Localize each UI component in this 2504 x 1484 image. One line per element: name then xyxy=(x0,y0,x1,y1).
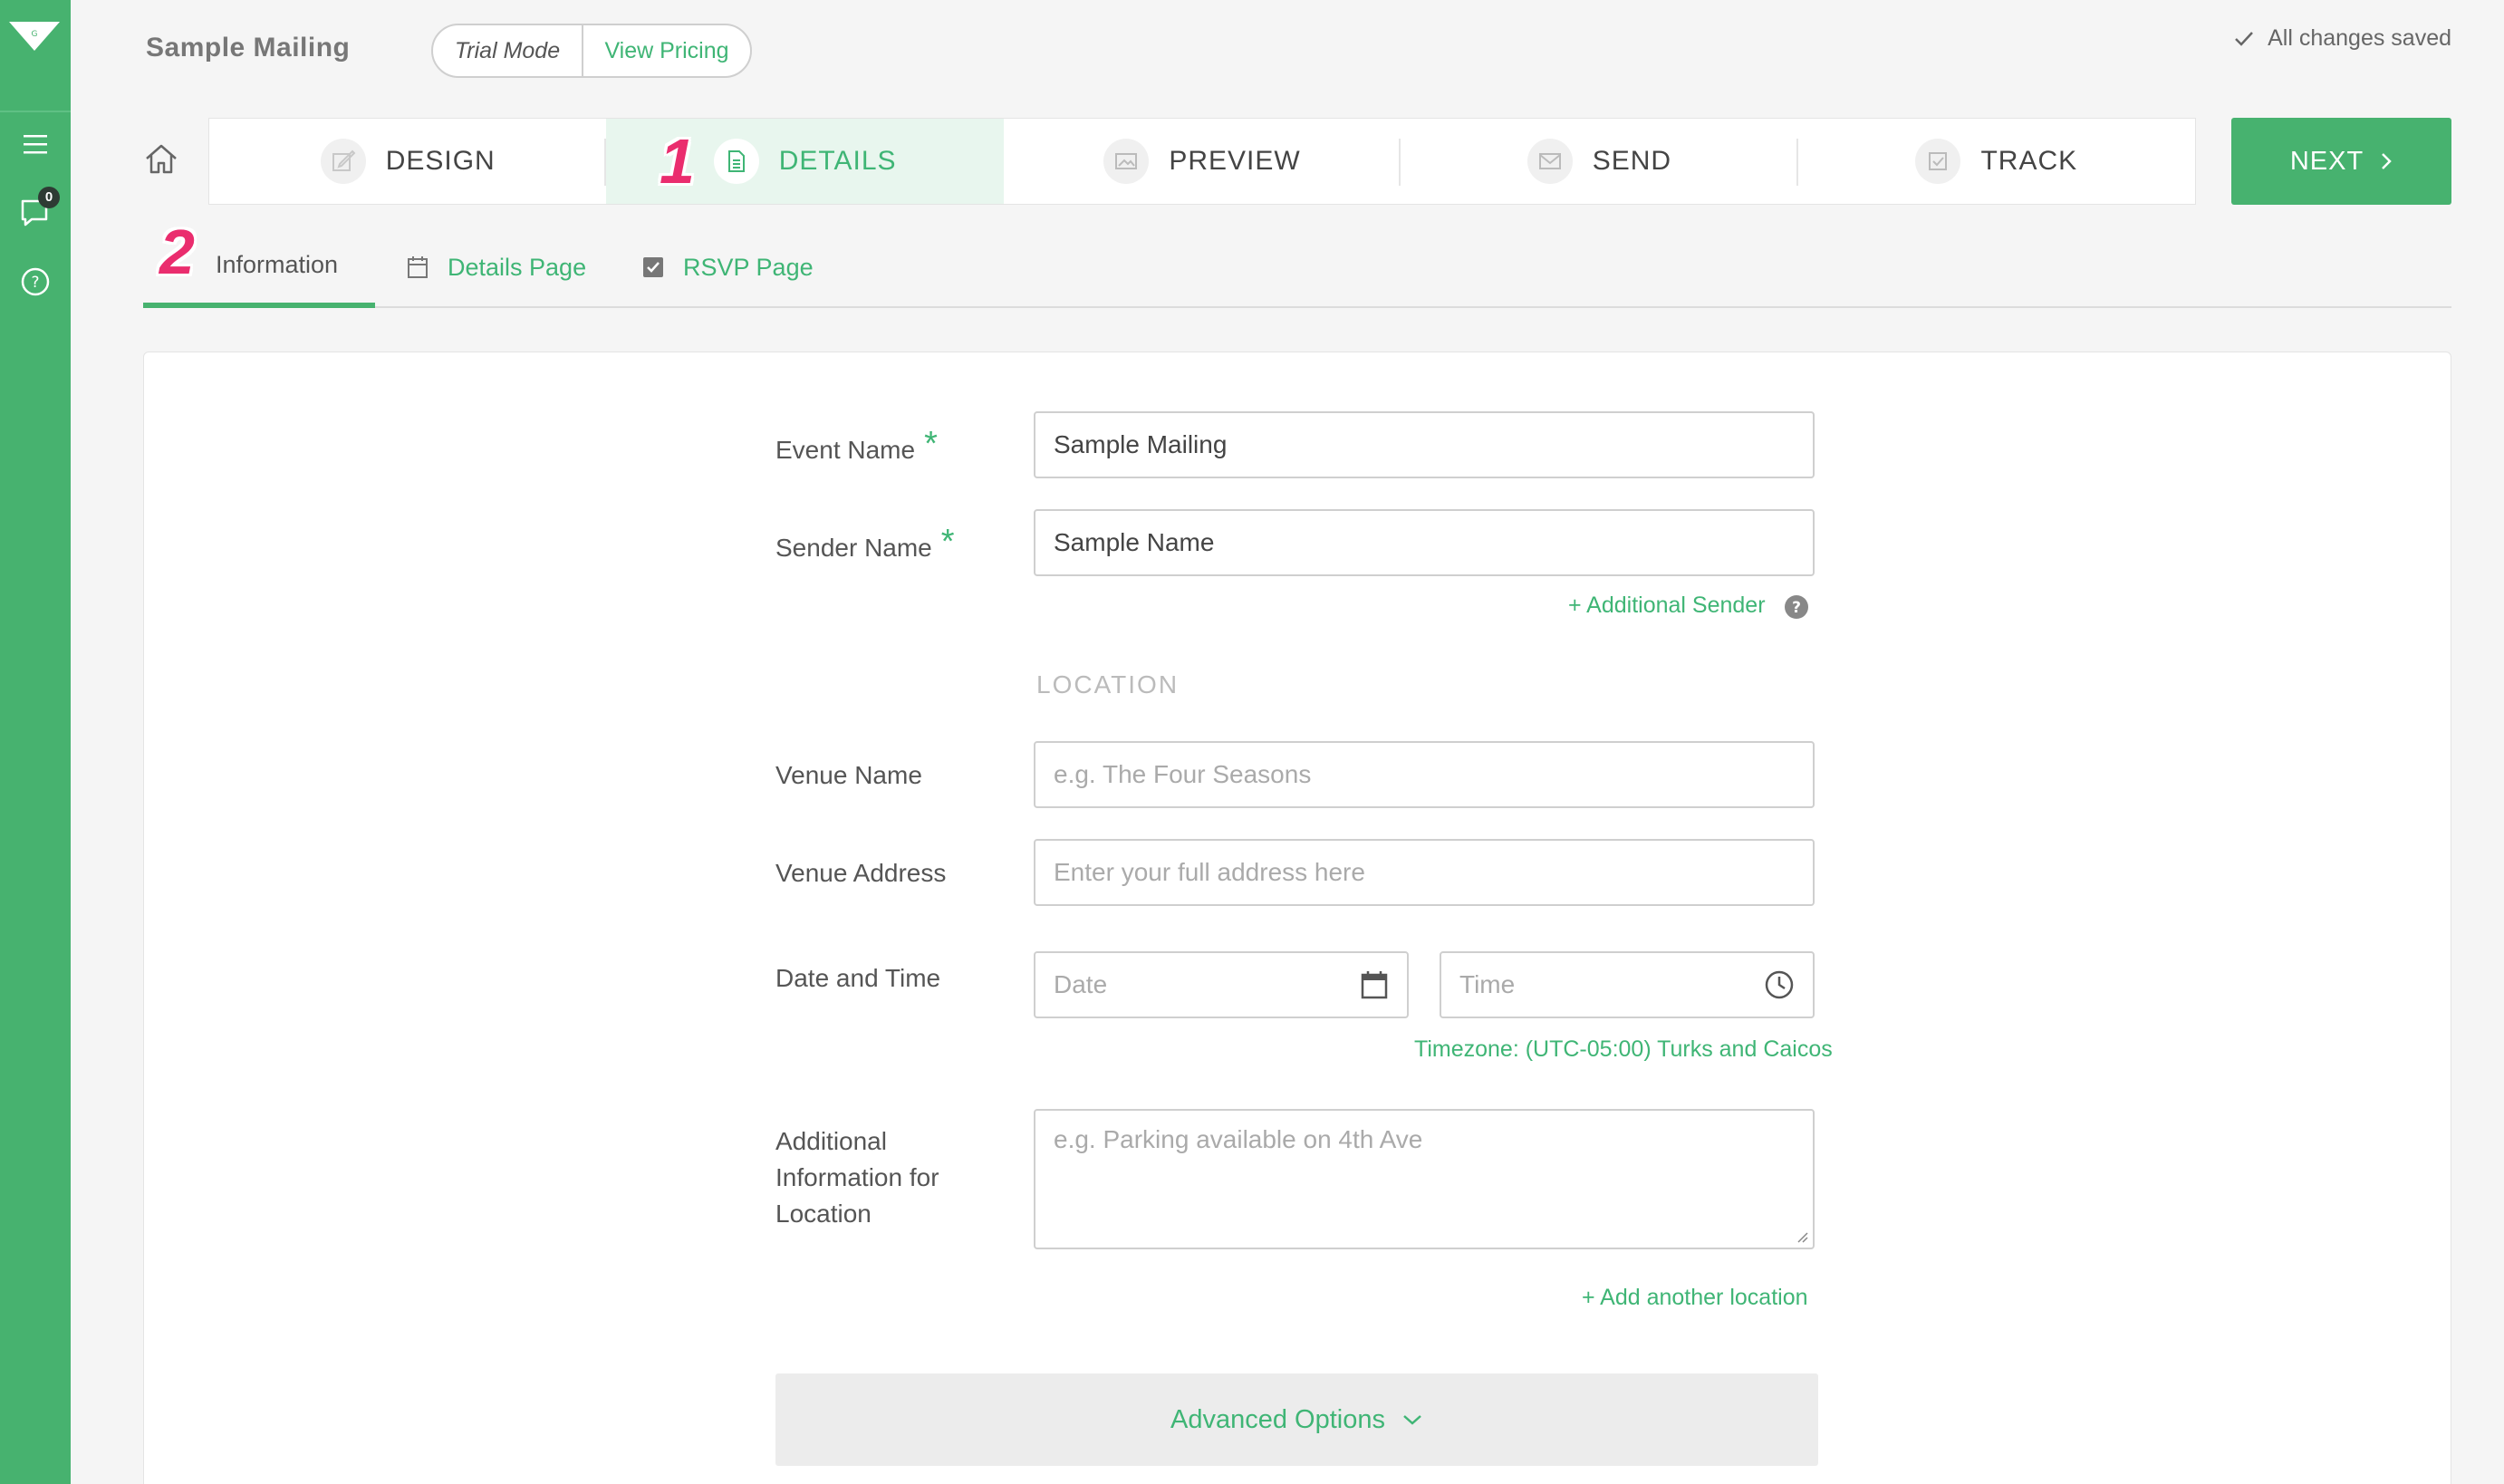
additional-sender-link[interactable]: + Additional Sender xyxy=(1568,593,1766,619)
additional-info-textarea[interactable]: e.g. Parking available on 4th Ave xyxy=(1034,1109,1815,1249)
wizard-steps: DESIGN DETAILS PREVIEW SEND TRACK xyxy=(208,118,2196,205)
sender-name-input[interactable]: Sample Name xyxy=(1034,509,1815,576)
event-name-label: Event Name * xyxy=(775,426,938,468)
step-preview[interactable]: PREVIEW xyxy=(1004,119,1401,204)
additional-info-label-line: Additional xyxy=(775,1127,887,1155)
svg-text:G: G xyxy=(32,30,38,39)
event-name-input[interactable]: Sample Mailing xyxy=(1034,411,1815,478)
svg-text:?: ? xyxy=(1792,599,1801,617)
step-design[interactable]: DESIGN xyxy=(209,119,607,204)
date-placeholder: Date xyxy=(1054,970,1108,998)
step-send-label: SEND xyxy=(1592,146,1672,176)
tab-information-label: Information xyxy=(216,250,339,278)
time-input[interactable]: Time xyxy=(1440,951,1815,1018)
pencil-icon xyxy=(320,139,366,184)
chevron-right-icon xyxy=(2382,153,2392,169)
event-name-label-text: Event Name xyxy=(775,436,916,464)
menu-icon[interactable] xyxy=(18,127,53,161)
clock-icon[interactable] xyxy=(1764,969,1795,1000)
additional-info-label: Additional Information for Location xyxy=(775,1123,939,1232)
image-icon xyxy=(1103,139,1150,184)
help-icon[interactable]: ? xyxy=(18,265,53,299)
checked-box-icon xyxy=(643,257,663,277)
venue-name-input[interactable]: e.g. The Four Seasons xyxy=(1034,741,1815,808)
step-design-label: DESIGN xyxy=(385,146,496,176)
step-track-label: TRACK xyxy=(1980,146,2078,176)
rail-divider xyxy=(0,111,71,112)
step-send[interactable]: SEND xyxy=(1401,119,1798,204)
annotation-marker-2: 2 xyxy=(159,217,195,287)
save-status-text: All changes saved xyxy=(2268,25,2451,51)
sender-name-label: Sender Name * xyxy=(775,524,955,566)
step-preview-label: PREVIEW xyxy=(1169,146,1301,176)
view-pricing-link[interactable]: View Pricing xyxy=(583,25,750,76)
calendar-icon xyxy=(408,256,428,278)
left-rail: G 0 ? xyxy=(0,0,71,1484)
document-icon xyxy=(713,139,759,184)
app-logo-icon[interactable]: G xyxy=(5,16,63,56)
additional-info-placeholder: e.g. Parking available on 4th Ave xyxy=(1054,1125,1423,1153)
question-icon[interactable]: ? xyxy=(1783,593,1810,621)
envelope-icon xyxy=(1526,139,1573,184)
required-marker: * xyxy=(940,523,955,561)
chat-count-badge: 0 xyxy=(38,187,60,208)
tab-details-page[interactable]: Details Page xyxy=(406,226,586,308)
checkbox-icon xyxy=(1915,139,1961,184)
timezone-link[interactable]: Timezone: (UTC-05:00) Turks and Caicos xyxy=(1414,1036,1833,1063)
tab-rsvp-page[interactable]: RSVP Page xyxy=(641,226,814,308)
step-details-label: DETAILS xyxy=(778,146,897,176)
additional-info-label-line: Location xyxy=(775,1200,872,1228)
home-icon[interactable] xyxy=(143,141,179,176)
resize-handle-icon[interactable] xyxy=(1795,1229,1809,1244)
location-heading: LOCATION xyxy=(1036,670,1180,699)
tab-rsvp-page-label: RSVP Page xyxy=(683,253,814,281)
plan-pill: Trial Mode View Pricing xyxy=(431,24,752,78)
svg-text:?: ? xyxy=(31,274,39,292)
trial-mode-label: Trial Mode xyxy=(433,25,583,76)
chevron-down-icon xyxy=(1403,1415,1421,1425)
date-input[interactable]: Date xyxy=(1034,951,1409,1018)
check-icon xyxy=(2235,31,2254,46)
date-time-label: Date and Time xyxy=(775,964,941,992)
additional-info-label-line: Information for xyxy=(775,1163,939,1191)
mailing-title: Sample Mailing xyxy=(146,33,351,63)
annotation-marker-1: 1 xyxy=(660,126,695,197)
step-track[interactable]: TRACK xyxy=(1798,119,2195,204)
tab-details-page-label: Details Page xyxy=(448,253,587,281)
required-marker: * xyxy=(924,425,938,463)
details-subtabs: Information Details Page RSVP Page xyxy=(143,226,2451,308)
next-button[interactable]: NEXT xyxy=(2231,118,2451,205)
time-placeholder: Time xyxy=(1459,970,1516,998)
venue-name-label: Venue Name xyxy=(775,761,922,789)
advanced-options-label: Advanced Options xyxy=(1170,1404,1385,1434)
sender-name-label-text: Sender Name xyxy=(775,534,932,562)
save-status: All changes saved xyxy=(2233,25,2451,52)
advanced-options-toggle[interactable]: Advanced Options xyxy=(775,1373,1818,1466)
calendar-icon[interactable] xyxy=(1360,969,1389,1000)
venue-address-label: Venue Address xyxy=(775,859,947,887)
venue-address-input[interactable]: Enter your full address here xyxy=(1034,839,1815,906)
next-button-label: NEXT xyxy=(2289,146,2364,176)
add-another-location-link[interactable]: + Add another location xyxy=(1582,1285,1808,1311)
